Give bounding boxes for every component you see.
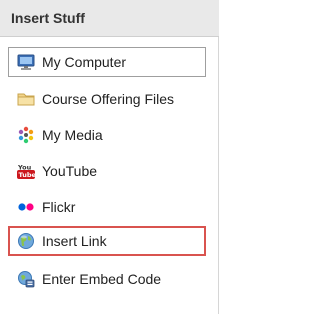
- source-item-my-media[interactable]: My Media: [8, 120, 206, 150]
- panel-title: Insert Stuff: [11, 10, 85, 26]
- flickr-icon: [17, 198, 35, 216]
- source-item-enter-embed-code[interactable]: Enter Embed Code: [8, 264, 206, 294]
- source-item-label: Course Offering Files: [42, 91, 175, 107]
- source-item-youtube[interactable]: You Tube YouTube: [8, 156, 206, 186]
- embed-globe-icon: [17, 270, 35, 288]
- source-item-label: Insert Link: [42, 233, 107, 249]
- source-item-label: YouTube: [42, 163, 98, 179]
- source-item-insert-link[interactable]: Insert Link: [8, 226, 206, 256]
- globe-icon: [17, 232, 35, 250]
- panel-header: Insert Stuff: [0, 0, 219, 37]
- source-item-label: Enter Embed Code: [42, 271, 162, 287]
- folder-icon: [17, 90, 35, 108]
- source-item-label: My Media: [42, 127, 103, 143]
- insert-stuff-panel: Insert Stuff My Computer Course Offering…: [0, 0, 219, 314]
- monitor-icon: [17, 53, 35, 71]
- source-item-label: My Computer: [42, 54, 127, 70]
- source-item-my-computer[interactable]: My Computer: [8, 47, 206, 77]
- source-item-flickr[interactable]: Flickr: [8, 192, 206, 222]
- media-icon: [17, 126, 35, 144]
- svg-text:Tube: Tube: [19, 171, 36, 179]
- youtube-icon: You Tube: [17, 162, 35, 180]
- source-item-label: Flickr: [42, 199, 76, 215]
- source-item-course-offering-files[interactable]: Course Offering Files: [8, 84, 206, 114]
